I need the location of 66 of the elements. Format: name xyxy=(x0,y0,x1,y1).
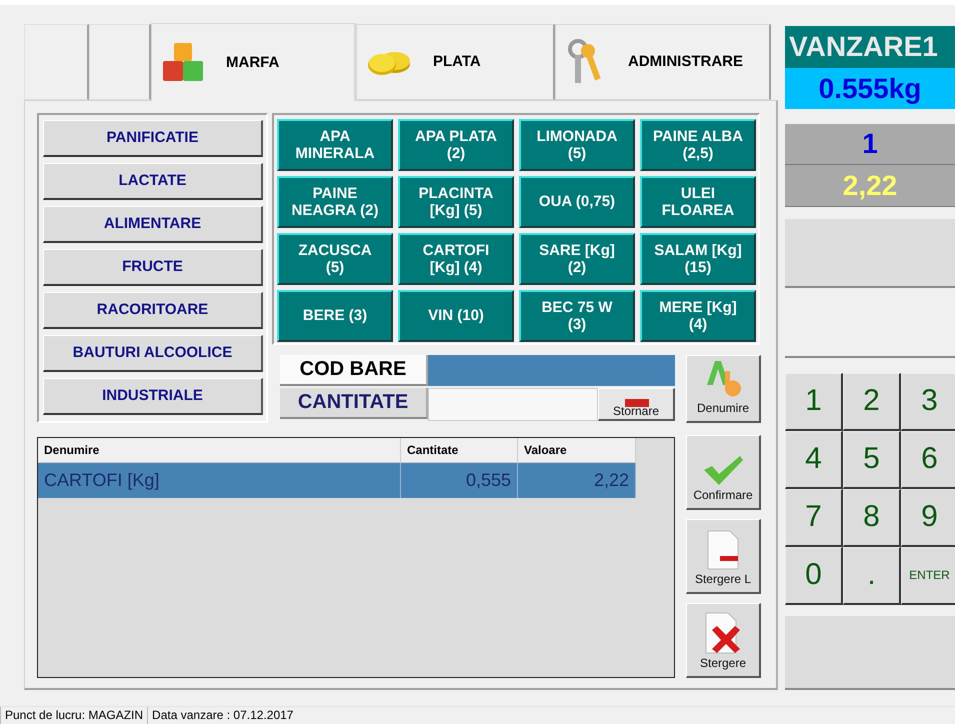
category-button[interactable]: PANIFICATIE xyxy=(43,120,263,157)
product-button[interactable]: OUA (0,75) xyxy=(519,176,635,228)
storno-button[interactable]: Stornare xyxy=(598,388,675,421)
minus-icon xyxy=(625,398,649,407)
blank-tab[interactable] xyxy=(89,24,151,100)
column-header[interactable]: Valoare xyxy=(518,438,636,463)
keypad-key[interactable]: 4 xyxy=(785,430,843,489)
total-display: 2,22 xyxy=(785,165,955,207)
field-label: COD BARE xyxy=(280,354,428,386)
category-button[interactable]: FRUCTE xyxy=(43,248,263,286)
product-button[interactable]: LIMONADA (5) xyxy=(519,118,635,171)
table-cell[interactable]: 2,22 xyxy=(518,462,636,498)
product-button[interactable]: SALAM [Kg] (15) xyxy=(640,232,756,285)
check-icon xyxy=(702,454,744,486)
keypad-key[interactable]: 1 xyxy=(785,372,843,431)
table-cell[interactable]: CARTOFI [Kg] xyxy=(38,462,401,498)
category-button[interactable]: BAUTURI ALCOOLICE xyxy=(43,334,263,372)
document-cross-icon xyxy=(704,612,742,654)
keypad-key[interactable]: 7 xyxy=(785,488,843,547)
status-text: Data vanzare : 07.12.2017 xyxy=(147,706,298,724)
document-minus-icon xyxy=(706,530,740,570)
field-label: CANTITATE xyxy=(280,388,428,419)
product-button[interactable]: VIN (10) xyxy=(398,290,514,342)
product-button[interactable]: ULEI FLOAREA xyxy=(640,176,756,228)
product-button[interactable]: APA PLATA (2) xyxy=(398,118,514,171)
side-button[interactable]: Denumire xyxy=(686,354,761,423)
keypad-key[interactable]: 2 xyxy=(843,372,901,431)
tab[interactable]: PLATA xyxy=(356,24,555,100)
column-header[interactable]: Cantitate xyxy=(401,438,518,463)
keypad-key[interactable]: 8 xyxy=(843,488,901,547)
register-title: VANZARE1 xyxy=(785,26,955,68)
status-text: Punct de lucru: MAGAZIN xyxy=(0,706,148,724)
category-button[interactable]: INDUSTRIALE xyxy=(43,378,263,415)
side-button[interactable]: Stergere xyxy=(686,602,761,678)
product-button[interactable]: APA MINERALA xyxy=(277,118,393,171)
keypad-key[interactable]: 5 xyxy=(843,430,901,489)
product-button[interactable]: BEC 75 W (3) xyxy=(519,290,635,342)
keypad-key[interactable]: . xyxy=(843,546,901,605)
column-header[interactable]: Denumire xyxy=(38,438,401,463)
keypad-key[interactable]: ENTER xyxy=(901,546,955,605)
count-display: 1 xyxy=(785,124,955,166)
product-button[interactable]: PAINE ALBA (2,5) xyxy=(640,118,756,171)
weight-display: 0.555kg xyxy=(785,68,955,109)
product-button[interactable]: BERE (3) xyxy=(277,290,393,342)
product-button[interactable]: MERE [Kg] (4) xyxy=(640,290,756,342)
product-button[interactable]: ZACUSCA (5) xyxy=(277,232,393,285)
keypad-key[interactable]: 0 xyxy=(785,546,843,605)
side-button[interactable]: Stergere L xyxy=(686,518,761,594)
category-button[interactable]: ALIMENTARE xyxy=(43,206,263,243)
category-button[interactable]: LACTATE xyxy=(43,162,263,200)
keypad-key[interactable]: 6 xyxy=(901,430,955,489)
product-button[interactable]: PAINE NEAGRA (2) xyxy=(277,176,393,228)
keypad-key[interactable]: 9 xyxy=(901,488,955,547)
product-button[interactable]: SARE [Kg] (2) xyxy=(519,232,635,285)
table-cell[interactable]: 0,555 xyxy=(401,462,518,498)
blank-tab[interactable] xyxy=(24,24,89,100)
barcode-field[interactable] xyxy=(428,354,675,386)
blocks-icon xyxy=(162,41,204,84)
product-button[interactable]: CARTOFI [Kg] (4) xyxy=(398,232,514,285)
product-button[interactable]: PLACINTA [Kg] (5) xyxy=(398,176,514,228)
quantity-field[interactable] xyxy=(428,388,598,421)
keypad-key[interactable]: 3 xyxy=(901,372,955,431)
side-button[interactable]: Confirmare xyxy=(686,434,761,510)
tab[interactable]: ADMINISTRARE xyxy=(555,24,771,100)
tab[interactable]: MARFA xyxy=(151,22,356,101)
category-button[interactable]: RACORITOARE xyxy=(43,292,263,329)
